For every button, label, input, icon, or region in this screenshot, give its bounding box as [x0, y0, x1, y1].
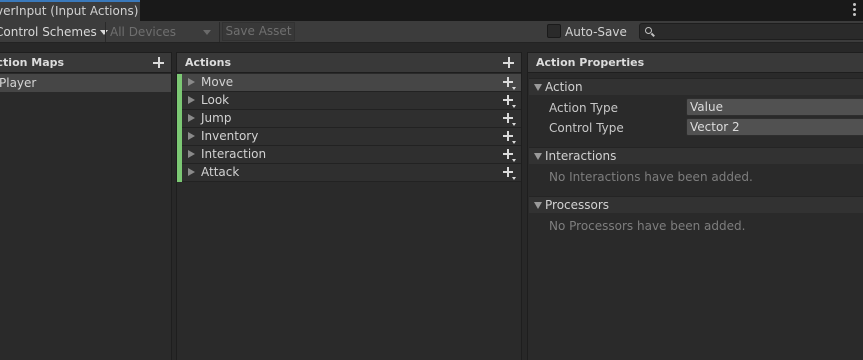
actions-header: Actions [177, 53, 521, 73]
action-type-strip [177, 92, 182, 110]
action-type-label: Action Type [549, 101, 618, 115]
expand-arrow-icon[interactable] [188, 132, 195, 140]
action-label: Attack [201, 165, 240, 179]
action-type-dropdown[interactable]: Value [686, 98, 863, 116]
action-type-strip [177, 146, 182, 164]
expand-arrow-icon[interactable] [188, 150, 195, 158]
add-binding-icon[interactable] [503, 149, 516, 162]
action-row-inventory[interactable]: Inventory [177, 128, 521, 146]
add-binding-icon[interactable] [503, 95, 516, 108]
control-type-label: Control Type [549, 121, 624, 135]
add-binding-icon[interactable] [503, 131, 516, 144]
search-input[interactable] [639, 23, 863, 40]
expand-arrow-icon[interactable] [188, 168, 195, 176]
auto-save-label: Auto-Save [565, 25, 627, 39]
actions-panel: Actions Move Look Jump Inventory Interac… [176, 52, 522, 360]
auto-save-checkbox[interactable] [547, 24, 561, 38]
expand-arrow-icon[interactable] [188, 114, 195, 122]
action-type-strip [177, 164, 182, 182]
tab-strip: verInput (Input Actions) [0, 0, 863, 21]
foldout-arrow-icon [534, 153, 542, 160]
processors-section-foldout[interactable]: Processors [529, 196, 863, 213]
chevron-down-icon [203, 30, 211, 35]
add-binding-icon[interactable] [503, 77, 516, 90]
control-type-dropdown[interactable]: Vector 2 [686, 118, 863, 136]
action-label: Look [201, 93, 230, 107]
action-label: Inventory [201, 129, 259, 143]
control-schemes-dropdown[interactable]: Control Schemes [0, 22, 111, 42]
action-row-attack[interactable]: Attack [177, 164, 521, 182]
action-type-strip [177, 110, 182, 128]
action-section-label: Action [545, 80, 583, 94]
action-section-foldout[interactable]: Action [529, 78, 863, 95]
all-devices-label: All Devices [110, 25, 176, 39]
interactions-section-foldout[interactable]: Interactions [529, 147, 863, 164]
control-schemes-label: Control Schemes [0, 25, 97, 39]
action-map-label: Player [0, 76, 37, 90]
add-action-map-icon[interactable] [153, 57, 164, 68]
expand-arrow-icon[interactable] [188, 78, 195, 86]
action-maps-header: Action Maps [0, 53, 171, 73]
action-type-strip [177, 74, 182, 92]
add-binding-icon[interactable] [503, 167, 516, 180]
search-icon [645, 27, 652, 34]
action-maps-panel: Action Maps Player [0, 52, 172, 360]
editor-tab-title: verInput (Input Actions) [0, 4, 139, 18]
all-devices-dropdown[interactable]: All Devices [107, 22, 215, 42]
save-asset-button[interactable]: Save Asset [222, 22, 295, 41]
action-properties-title: Action Properties [536, 56, 645, 69]
action-properties-panel: Action Properties Action Action Type Val… [527, 52, 863, 360]
foldout-arrow-icon [534, 202, 542, 209]
action-row-jump[interactable]: Jump [177, 110, 521, 128]
action-map-item[interactable]: Player [0, 74, 171, 92]
toolbar: Control Schemes All Devices Save Asset A… [0, 21, 863, 43]
action-label: Interaction [201, 147, 267, 161]
action-properties-header: Action Properties [528, 53, 863, 73]
action-row-move[interactable]: Move [177, 74, 521, 92]
action-row-interaction[interactable]: Interaction [177, 146, 521, 164]
interactions-empty-note: No Interactions have been added. [549, 170, 753, 184]
toolbar-divider [105, 22, 106, 42]
add-binding-icon[interactable] [503, 113, 516, 126]
editor-tab[interactable]: verInput (Input Actions) [0, 0, 140, 21]
expand-arrow-icon[interactable] [188, 96, 195, 104]
action-type-strip [177, 128, 182, 146]
action-label: Move [201, 75, 234, 89]
more-options-icon[interactable] [853, 3, 857, 17]
action-maps-title: Action Maps [0, 56, 65, 69]
processors-empty-note: No Processors have been added. [549, 219, 746, 233]
add-action-icon[interactable] [503, 57, 514, 68]
action-label: Jump [201, 111, 232, 125]
action-row-look[interactable]: Look [177, 92, 521, 110]
actions-title: Actions [185, 56, 231, 69]
foldout-arrow-icon [534, 84, 542, 91]
toolbar-divider [219, 22, 220, 42]
interactions-section-label: Interactions [545, 149, 617, 163]
processors-section-label: Processors [545, 198, 610, 212]
